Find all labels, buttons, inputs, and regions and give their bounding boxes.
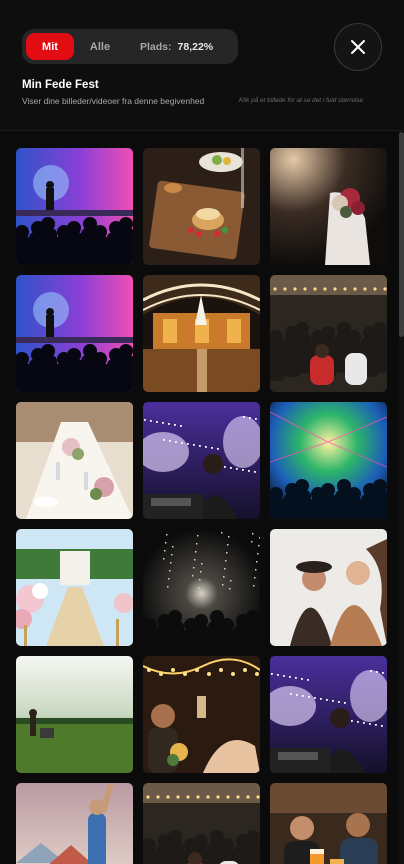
photo-image xyxy=(270,529,387,646)
storage-indicator: Plads: 78,22% xyxy=(140,33,213,60)
photo-image xyxy=(270,275,387,392)
photo-thumbnail[interactable] xyxy=(16,148,133,265)
photo-image xyxy=(270,148,387,265)
photo-image xyxy=(270,402,387,519)
scrollbar[interactable] xyxy=(399,132,404,864)
photo-thumbnail[interactable] xyxy=(143,275,260,392)
photo-image xyxy=(143,529,260,646)
photo-thumbnail[interactable] xyxy=(16,275,133,392)
photo-thumbnail[interactable] xyxy=(270,402,387,519)
photo-thumbnail[interactable] xyxy=(16,529,133,646)
photo-image xyxy=(16,402,133,519)
photo-thumbnail[interactable] xyxy=(143,529,260,646)
close-button[interactable] xyxy=(334,23,382,71)
photo-thumbnail[interactable] xyxy=(143,656,260,773)
event-subtitle: Viser dine billeder/videoer fra denne be… xyxy=(22,96,205,106)
photo-grid xyxy=(16,148,387,864)
photo-image xyxy=(16,275,133,392)
photo-image xyxy=(16,783,133,864)
photo-image xyxy=(143,148,260,265)
photo-gallery[interactable] xyxy=(0,132,404,864)
photo-thumbnail[interactable] xyxy=(270,529,387,646)
storage-label: Plads: xyxy=(140,40,172,53)
photo-thumbnail[interactable] xyxy=(143,402,260,519)
photo-image xyxy=(143,275,260,392)
close-icon xyxy=(351,40,365,54)
event-title: Min Fede Fest xyxy=(22,79,99,91)
photo-image xyxy=(270,783,387,864)
photo-thumbnail[interactable] xyxy=(270,148,387,265)
photo-thumbnail[interactable] xyxy=(143,783,260,864)
photo-image xyxy=(16,529,133,646)
photo-image xyxy=(270,656,387,773)
filter-switch: Mit Alle Plads: 78,22% xyxy=(22,29,238,64)
photo-thumbnail[interactable] xyxy=(143,148,260,265)
photo-thumbnail[interactable] xyxy=(16,402,133,519)
scroll-thumb[interactable] xyxy=(399,132,404,337)
photo-thumbnail[interactable] xyxy=(270,275,387,392)
storage-value: 78,22% xyxy=(177,40,214,53)
photo-image xyxy=(16,656,133,773)
tab-mine[interactable]: Mit xyxy=(26,33,74,60)
header: Mit Alle Plads: 78,22% Min Fede Fest Vis… xyxy=(0,0,404,131)
tab-all[interactable]: Alle xyxy=(82,33,118,60)
photo-thumbnail[interactable] xyxy=(16,656,133,773)
photo-thumbnail[interactable] xyxy=(270,783,387,864)
photo-image xyxy=(16,148,133,265)
photo-thumbnail[interactable] xyxy=(16,783,133,864)
app-window: Mit Alle Plads: 78,22% Min Fede Fest Vis… xyxy=(0,0,404,864)
event-hint: Klik på et billede for at se det i fuld … xyxy=(239,97,363,104)
photo-image xyxy=(143,402,260,519)
photo-image xyxy=(143,783,260,864)
photo-image xyxy=(143,656,260,773)
photo-thumbnail[interactable] xyxy=(270,656,387,773)
